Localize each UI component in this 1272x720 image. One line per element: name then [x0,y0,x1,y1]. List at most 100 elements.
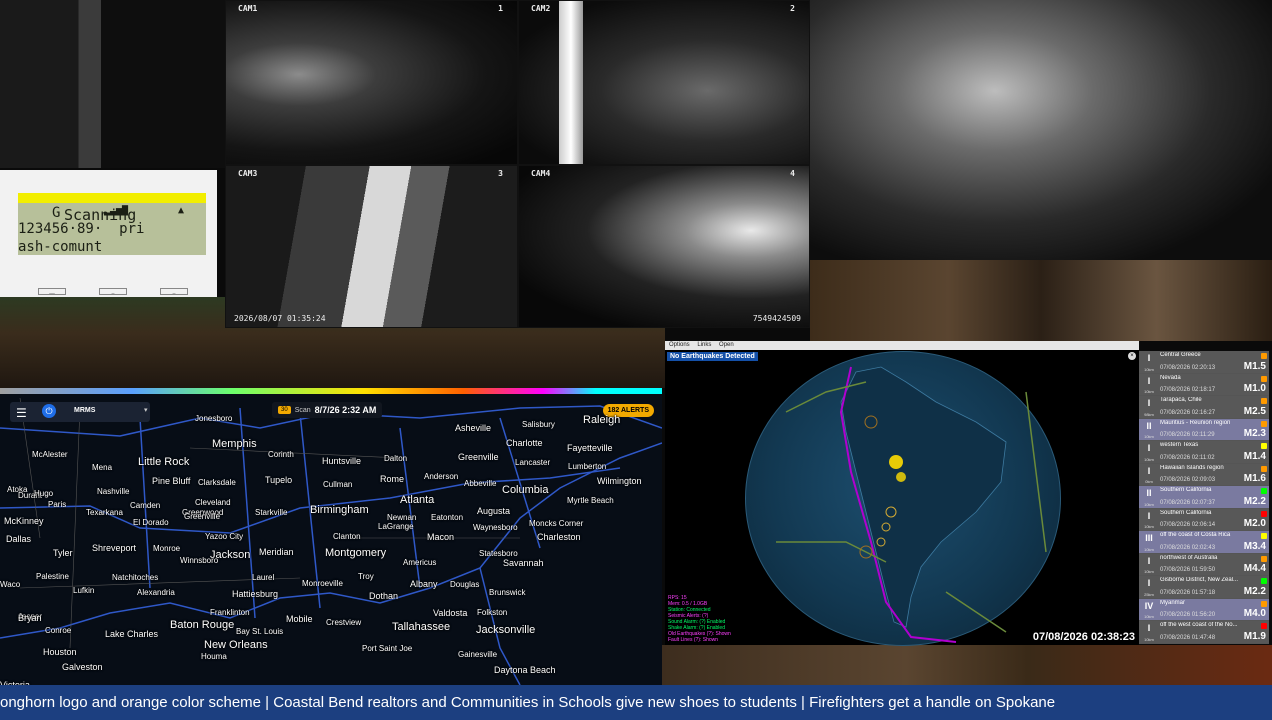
camera-feed-2[interactable]: CAM2 2 [518,0,810,165]
menu-open[interactable]: Open [719,342,734,348]
quake-magnitude: M4.4 [1243,563,1266,574]
camera-label: CAM2 [531,4,551,13]
city-label: Franklinton [210,608,250,617]
earthquake-list-item[interactable]: I 98km Tarapaca, Chile 07/08/2026 02:16:27 M… [1139,396,1269,419]
camera-feed-4[interactable]: CAM4 4 7549424509 [518,165,810,328]
earthquake-list-item[interactable]: I 10km Southern California 07/08/2026 02:06… [1139,508,1269,531]
city-label: Laurel [252,573,275,582]
earthquake-list-item[interactable]: I 10km Nevada 07/08/2026 02:18:17 M1.0 [1139,373,1269,396]
radio-scanner: G ▂▃▅▇ ▲ Scanning 123456·89· pri ash-com… [0,170,217,297]
power-icon[interactable]: ⏻ [42,404,56,418]
city-label: Moncks Corner [529,519,584,528]
news-ticker: onghorn logo and orange color scheme | C… [0,685,1272,720]
city-label: Camden [130,501,161,510]
quake-magnitude: M1.9 [1243,630,1266,642]
earthquake-list-item[interactable]: II 10km Southern California 07/08/2026 02:0… [1139,486,1269,509]
scanner-lcd: G ▂▃▅▇ ▲ Scanning 123456·89· pri ash-com… [18,203,206,255]
radar-layer-select[interactable]: MRMS [74,407,95,414]
city-label: Nashville [97,487,130,496]
chevron-down-icon[interactable]: ▾ [144,406,148,414]
quake-magnitude: M1.6 [1243,473,1266,484]
close-icon[interactable]: × [1128,352,1136,360]
earthquake-list-item[interactable]: I 25km Gisborne District, New Zeal... 07/08… [1139,576,1269,599]
earthquake-list-item[interactable]: III 10km off the coast of Costa Rica 07/08/… [1139,531,1269,554]
city-label: Greenville [458,452,499,462]
city-label: Columbia [502,484,549,496]
camera-number: 2 [790,4,795,13]
city-label: Atlanta [400,494,435,506]
quake-datetime: 07/08/2026 02:06:14 [1160,522,1216,528]
city-label: Memphis [212,438,257,450]
earthquake-list-item[interactable]: I 10km off the west coast of the No... 07/0… [1139,621,1269,644]
intensity-level: I [1147,375,1151,386]
scanner-frequency: 123456·89· pri [18,221,145,237]
city-label: Hugo [34,489,54,498]
south-america-map [776,366,1047,643]
city-label: Port Saint Joe [362,644,413,653]
alert-color-indicator [1261,420,1267,427]
earthquake-list-item[interactable]: I 10km western Texas 07/08/2026 02:11:02 M1.… [1139,441,1269,464]
quake-datetime: 07/08/2026 01:59:50 [1160,567,1216,573]
scanner-button[interactable]: __ [38,288,66,295]
city-label: Hattiesburg [232,589,279,599]
quake-location: northwest of Australia [1160,554,1218,561]
city-label: Natchitoches [112,573,159,582]
city-label: Newnan [387,513,417,522]
quake-depth: 10km [1144,434,1154,439]
quake-location: Hawaiian Islands region [1160,464,1224,471]
scanner-channel-name: ash-comunt [18,239,103,255]
quake-depth: 10km [1144,614,1154,619]
city-label: Greenville [184,512,221,521]
quake-datetime: 07/08/2026 02:18:17 [1160,387,1216,393]
quake-magnitude: M1.0 [1243,383,1266,394]
city-label: Savannah [503,558,544,568]
earthquake-list: I 10km Central Greece 07/08/2026 02:20:13 M1… [1139,351,1269,644]
city-label: Statesboro [479,549,518,558]
scanner-button[interactable]: _ [160,288,188,295]
city-label: Dothan [369,591,399,601]
intensity-level: II [1146,488,1152,498]
earthquake-list-item[interactable]: IV 10km Myanmar 07/08/2026 01:56:20 M4.0 [1139,598,1269,621]
earthquake-list-item[interactable]: II 10km Mauritius - Reunion region 07/08/20… [1139,418,1269,441]
quake-location: off the coast of Costa Rica [1160,532,1231,538]
city-label: Augusta [477,506,511,516]
camera-feed-3[interactable]: CAM3 3 2026/08/07 01:35:24 [225,165,518,328]
earthquake-list-item[interactable]: I 10km northwest of Australia 07/08/2026 01… [1139,553,1269,576]
menu-links[interactable]: Links [697,342,711,348]
intensity-level: I [1147,465,1151,476]
camera-feed-1[interactable]: CAM1 1 [225,0,518,165]
city-label: Brunswick [489,588,526,597]
scanner-button[interactable]: _ [99,288,127,295]
camera-label: CAM4 [531,169,551,178]
alert-color-indicator [1261,510,1267,517]
quake-stats: RPS: 15 Mem: 0.5 / 1.0GB Station: Connec… [668,595,731,643]
quake-datetime: 07/08/2026 01:57:18 [1160,589,1216,596]
quake-datetime: 07/08/2026 01:56:20 [1160,612,1216,618]
quake-datetime: 07/08/2026 02:20:13 [1160,364,1216,371]
quake-clock: 07/08/2026 02:38:23 [1032,631,1135,643]
quake-depth: 10km [1144,389,1154,394]
radar-toolbar: ☰ ⏻ MRMS ▾ [10,402,150,422]
menu-icon[interactable]: ☰ [16,406,27,420]
weather-radar-map[interactable]: ☰ ⏻ MRMS ▾ 30 Scan 8/7/26 2:32 AM 182 AL… [0,388,662,685]
hallway-camera-view [0,0,225,168]
quake-location: Mauritius - Reunion region [1160,419,1231,426]
earth-globe[interactable] [745,351,1061,646]
city-label: Monroeville [302,579,343,588]
menu-options[interactable]: Options [669,342,690,348]
city-label: Clarksdale [198,478,236,487]
quake-depth: 25km [1144,591,1154,597]
city-label: Palestine [36,572,69,581]
camera-label: CAM1 [238,4,258,13]
city-label: Lake Charles [105,629,159,639]
earthquake-list-item[interactable]: I 10km Central Greece 07/08/2026 02:20:13 M1… [1139,351,1269,374]
quake-location: Gisborne District, New Zeal... [1160,577,1239,583]
quake-depth: 0km [1145,479,1153,484]
city-label: Eatonton [431,513,464,522]
alert-color-indicator [1261,600,1267,607]
city-label: Gainesville [458,650,498,659]
city-label: Cleveland [195,498,231,507]
quake-location: Southern California [1160,487,1212,493]
city-label: Valdosta [433,608,468,618]
earthquake-list-item[interactable]: I 0km Hawaiian Islands region 07/08/2026 02… [1139,463,1269,486]
